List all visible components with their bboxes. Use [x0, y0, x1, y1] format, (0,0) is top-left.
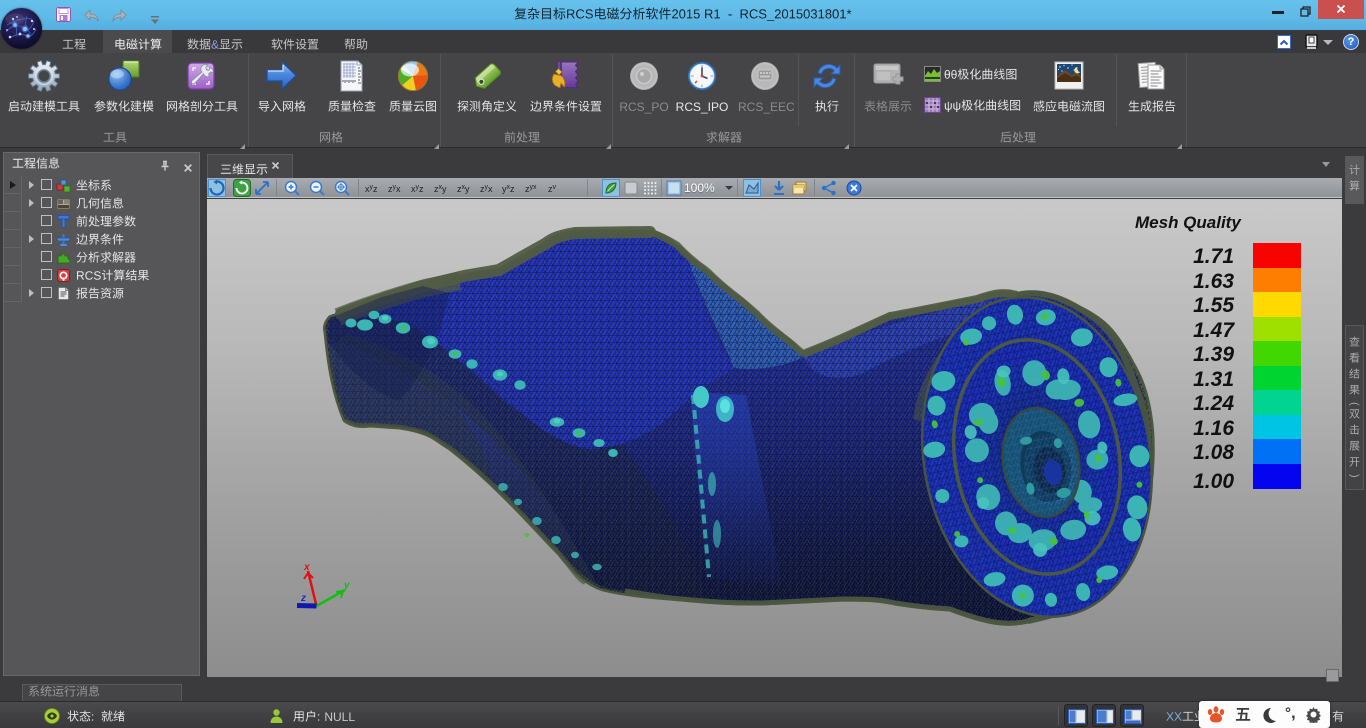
svg-text:z: z	[300, 593, 306, 604]
svg-text:zyx: zyx	[525, 184, 537, 194]
svg-text:zyx: zyx	[480, 184, 493, 194]
svg-text:xyz: xyz	[411, 184, 424, 194]
svg-text:zxy: zxy	[434, 184, 447, 194]
svg-text:zv: zv	[548, 184, 557, 194]
svg-text:xyz: xyz	[365, 184, 378, 194]
svg-text:x: x	[303, 562, 310, 573]
svg-text:zyx: zyx	[388, 184, 401, 194]
svg-text:yxz: yxz	[502, 184, 515, 194]
svg-text:zxy: zxy	[457, 184, 470, 194]
svg-text:y: y	[343, 580, 350, 591]
